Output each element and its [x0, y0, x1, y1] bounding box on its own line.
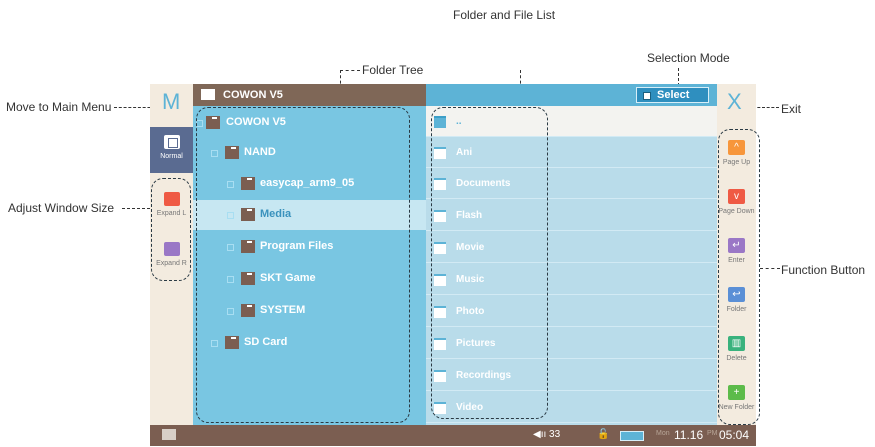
- device-title: COWON V5: [223, 89, 283, 101]
- list-header-bar: Select: [426, 84, 717, 106]
- folder-icon: [201, 89, 215, 100]
- tree-title-bar: COWON V5: [193, 84, 426, 106]
- checkbox-icon: [643, 92, 651, 100]
- file-list-highlight: [431, 107, 548, 419]
- main-menu-button[interactable]: M: [162, 89, 180, 115]
- normal-size-label: Normal: [160, 153, 183, 160]
- window-size-highlight: [151, 178, 191, 281]
- leader-line: [340, 70, 360, 71]
- callout-folder-file-list: Folder and File List: [453, 8, 556, 22]
- callout-function-button: Function Button: [781, 263, 866, 277]
- normal-size-icon: [163, 135, 180, 149]
- callout-adjust-window: Adjust Window Size: [8, 201, 115, 215]
- normal-size-button[interactable]: Normal: [150, 127, 193, 173]
- select-mode-button[interactable]: Select: [636, 87, 709, 103]
- leader-line: [122, 208, 150, 209]
- battery-icon: [620, 431, 644, 441]
- time-label: 05:04: [719, 428, 750, 442]
- callout-folder-tree: Folder Tree: [362, 63, 424, 77]
- day-label: Mon: [656, 430, 670, 437]
- select-label: Select: [657, 89, 690, 101]
- function-buttons-highlight: [718, 129, 760, 425]
- leader-line: [760, 268, 780, 269]
- callout-main-menu: Move to Main Menu: [6, 100, 112, 114]
- ampm-label: PM: [707, 430, 718, 437]
- callout-exit: Exit: [781, 102, 802, 116]
- volume-indicator: ◀ıı 33: [533, 429, 561, 440]
- status-bar: ◀ıı 33 🔓 Mon 11.16 PM 05:04: [150, 425, 756, 446]
- callout-selection-mode: Selection Mode: [647, 51, 730, 65]
- folder-tree-highlight: [196, 107, 410, 423]
- date-label: 11.16: [674, 428, 704, 442]
- folder-icon: [162, 429, 176, 440]
- lock-icon: 🔓: [597, 429, 610, 440]
- exit-button[interactable]: X: [727, 89, 742, 115]
